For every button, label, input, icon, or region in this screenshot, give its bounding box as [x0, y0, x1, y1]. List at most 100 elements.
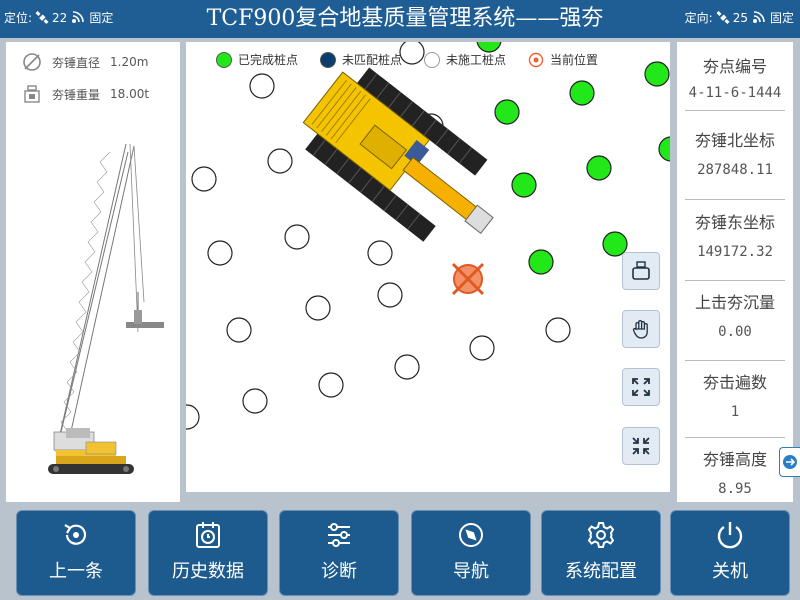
legend-current: 当前位置: [528, 51, 598, 68]
info-value: 287848.11: [697, 162, 773, 178]
info-value: 0.00: [718, 324, 752, 340]
shrink-icon: [632, 437, 650, 455]
tamping-pass-count: 夯击遍数 1: [677, 372, 793, 422]
pile-point: [528, 249, 554, 275]
expand-icon: [632, 378, 650, 396]
hand-pan-icon: [632, 320, 648, 339]
divider: [685, 199, 785, 200]
weight-icon: [24, 85, 40, 103]
info-label: 上击夯沉量: [694, 293, 775, 312]
previous-label: 上一条: [49, 561, 103, 582]
last-settlement: 上击夯沉量 0.00: [677, 292, 793, 342]
hammer-weight-value: 18.00t: [110, 87, 150, 101]
previous-record-icon: [64, 524, 87, 545]
info-value: 1: [730, 404, 740, 420]
legend-completed: 已完成桩点: [216, 51, 298, 68]
hammer-icon: [632, 261, 650, 280]
pile-point: [469, 335, 495, 361]
orientation-satellite-count: 25: [732, 11, 748, 25]
legend-unmatched: 未匹配桩点: [320, 51, 402, 68]
hammer-height: 夯锤高度 8.95: [677, 449, 793, 499]
pile-point: [494, 99, 520, 125]
pile-point: [367, 240, 393, 266]
legend-label: 已完成桩点: [238, 53, 299, 67]
divider: [685, 360, 785, 361]
crawler-crane-illustration: [48, 143, 164, 474]
pile-point: [284, 224, 310, 250]
info-label: 夯击遍数: [702, 373, 767, 392]
pile-point: [545, 317, 571, 343]
legend-label: 未施工桩点: [446, 53, 507, 67]
pile-map[interactable]: 已完成桩点 未匹配桩点 未施工桩点 当前位置: [186, 42, 670, 492]
pile-point: [511, 172, 537, 198]
pile-point: [586, 155, 612, 181]
shutdown-label: 关机: [712, 561, 748, 582]
excavator-illustration: [302, 67, 494, 242]
bottom-toolbar: 上一条 历史数据 诊断 导航 系统配置 关机: [0, 504, 800, 600]
unmatched-swatch-icon: [320, 51, 337, 68]
shutdown-button[interactable]: 关机: [670, 510, 790, 596]
compass-icon: [459, 523, 483, 547]
hammer-tool-button[interactable]: [622, 252, 660, 290]
positioning-label: 定位:: [4, 11, 33, 25]
pile-point: [249, 73, 275, 99]
orientation-status: 定向: 25 固定: [685, 10, 794, 26]
pan-tool-button[interactable]: [622, 310, 660, 348]
pending-swatch-icon: [424, 51, 441, 68]
pile-point: [394, 354, 420, 380]
info-value: 8.95: [718, 481, 752, 497]
legend-label: 当前位置: [550, 53, 599, 67]
info-value: 4-11-6-1444: [688, 85, 782, 101]
shrink-view-button[interactable]: [622, 427, 660, 465]
history-label: 历史数据: [172, 561, 244, 582]
pile-point: [377, 282, 403, 308]
pile-map-canvas[interactable]: [186, 42, 670, 492]
completed-swatch-icon: [216, 51, 232, 68]
diagnose-button[interactable]: 诊断: [279, 510, 399, 596]
history-icon: [196, 522, 220, 548]
machine-panel: 夯锤直径 1.20m 夯锤重量 18.00t: [6, 42, 180, 502]
info-value: 149172.32: [697, 244, 773, 260]
hammer-weight-row: 夯锤重量 18.00t: [22, 84, 149, 104]
hammer-diameter-row: 夯锤直径 1.20m: [22, 52, 148, 72]
pile-point: [207, 240, 233, 266]
pile-point: [226, 317, 252, 343]
signal-icon: [752, 11, 765, 23]
satellite-icon: [716, 11, 730, 24]
system-config-label: 系统配置: [565, 561, 637, 582]
divider: [685, 280, 785, 281]
system-config-button[interactable]: 系统配置: [541, 510, 661, 596]
legend-pending: 未施工桩点: [424, 51, 506, 68]
satellite-icon: [35, 11, 49, 24]
app-title: TCF900复合地基质量管理系统——强夯: [206, 6, 604, 31]
gear-icon: [587, 522, 615, 548]
hammer-weight-label: 夯锤重量: [52, 87, 101, 102]
pile-point: [242, 388, 268, 414]
current-position-swatch-icon: [528, 52, 544, 68]
completed-piles: [476, 42, 670, 275]
positioning-satellite-count: 22: [52, 11, 68, 25]
expand-view-button[interactable]: [622, 368, 660, 406]
pile-point: [318, 372, 344, 398]
sliders-icon: [328, 523, 350, 547]
pile-point: [191, 166, 217, 192]
remote-control-tab[interactable]: [779, 447, 800, 477]
navigation-button[interactable]: 导航: [411, 510, 531, 596]
info-label: 夯锤北坐标: [694, 131, 775, 150]
positioning-mode: 固定: [89, 11, 114, 25]
hammer-east-coord: 夯锤东坐标 149172.32: [677, 212, 793, 262]
pile-point: [305, 295, 331, 321]
previous-button[interactable]: 上一条: [16, 510, 136, 596]
power-icon: [717, 522, 743, 549]
info-label: 夯点编号: [702, 57, 767, 76]
pile-point: [658, 136, 670, 162]
info-label: 夯锤东坐标: [694, 213, 775, 232]
diameter-icon: [23, 53, 41, 71]
hammer-north-coord: 夯锤北坐标 287848.11: [677, 130, 793, 180]
pile-point: [267, 148, 293, 174]
info-label: 夯锤高度: [702, 450, 767, 469]
remote-link-icon: [783, 455, 797, 469]
map-legend: 已完成桩点 未匹配桩点 未施工桩点 当前位置: [216, 51, 620, 68]
history-data-button[interactable]: 历史数据: [148, 510, 268, 596]
positioning-status: 定位: 22 固定: [4, 10, 113, 26]
